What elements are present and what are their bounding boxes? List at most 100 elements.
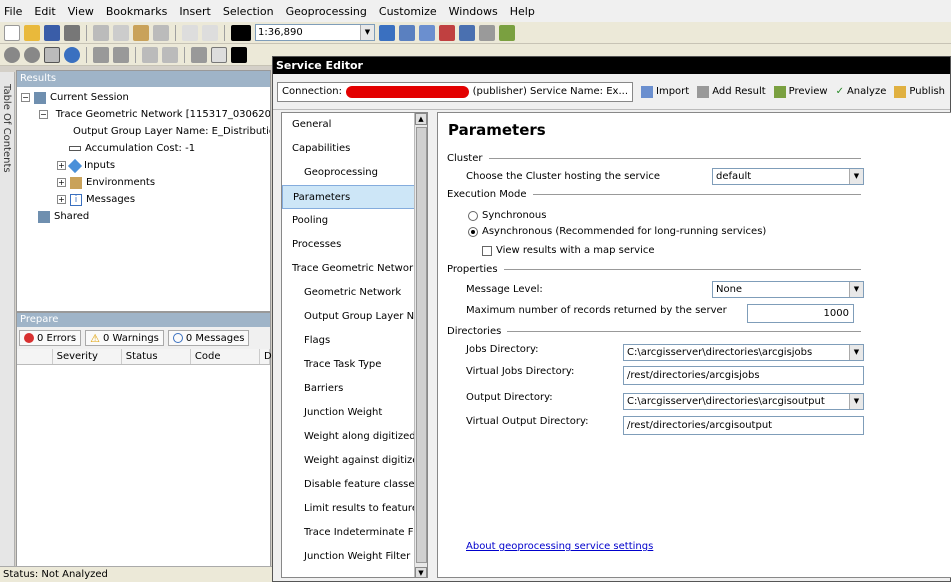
nav-item[interactable]: Processes bbox=[282, 233, 427, 257]
virtual-output-input[interactable]: /rest/directories/arcgisoutput bbox=[623, 416, 864, 435]
nav-item[interactable]: Limit results to feature bbox=[282, 497, 427, 521]
menu-insert[interactable]: Insert bbox=[179, 5, 211, 18]
tree-item-current-session[interactable]: − Current Session bbox=[21, 89, 270, 106]
nav-item[interactable]: Trace Indeterminate Fl bbox=[282, 521, 427, 545]
synchronous-radio[interactable]: Synchronous bbox=[468, 210, 546, 221]
scroll-up-icon[interactable]: ▲ bbox=[415, 113, 427, 125]
catalog-icon[interactable] bbox=[419, 24, 435, 41]
preview-button[interactable]: Preview bbox=[773, 85, 828, 98]
nav-item[interactable]: Barriers bbox=[282, 377, 427, 401]
redo-icon[interactable] bbox=[202, 24, 218, 41]
nav-item[interactable]: Flags bbox=[282, 329, 427, 353]
table-of-contents-icon[interactable] bbox=[399, 24, 415, 41]
fixed-zoom-out-icon[interactable] bbox=[113, 46, 129, 63]
nav-item[interactable]: General bbox=[282, 113, 427, 137]
tree-item-environments[interactable]: + Environments bbox=[21, 174, 270, 191]
delete-icon[interactable] bbox=[153, 24, 169, 41]
chevron-down-icon[interactable]: ▼ bbox=[849, 282, 863, 297]
view-results-checkbox[interactable]: View results with a map service bbox=[482, 245, 655, 256]
nav-item[interactable]: Pooling bbox=[282, 209, 427, 233]
column-status[interactable]: Status bbox=[122, 349, 191, 364]
select-elements-icon[interactable] bbox=[231, 46, 247, 63]
menu-edit[interactable]: Edit bbox=[34, 5, 55, 18]
menu-bookmarks[interactable]: Bookmarks bbox=[106, 5, 167, 18]
back-icon[interactable] bbox=[142, 46, 158, 63]
nav-item[interactable]: Weight against digitize bbox=[282, 449, 427, 473]
fixed-zoom-in-icon[interactable] bbox=[93, 46, 109, 63]
copy-icon[interactable] bbox=[113, 24, 129, 41]
menu-geoprocessing[interactable]: Geoprocessing bbox=[286, 5, 367, 18]
nav-item[interactable]: Junction Weight Filter bbox=[282, 545, 427, 569]
output-directory-select[interactable]: C:\arcgisserver\directories\arcgisoutput… bbox=[623, 393, 864, 410]
asynchronous-radio[interactable]: Asynchronous (Recommended for long-runni… bbox=[468, 226, 766, 237]
cut-icon[interactable] bbox=[93, 24, 109, 41]
zoom-in-icon[interactable] bbox=[4, 46, 20, 63]
column-code[interactable]: Code bbox=[191, 349, 261, 364]
max-records-input[interactable]: 1000 bbox=[747, 304, 854, 323]
forward-icon[interactable] bbox=[162, 46, 178, 63]
menu-customize[interactable]: Customize bbox=[379, 5, 437, 18]
expand-icon[interactable]: + bbox=[57, 161, 66, 170]
paste-icon[interactable] bbox=[133, 24, 149, 41]
table-of-contents-tab[interactable]: Table Of Contents bbox=[0, 72, 15, 582]
nav-scrollbar[interactable]: ▲ ▼ bbox=[414, 113, 427, 577]
scroll-down-icon[interactable]: ▼ bbox=[415, 567, 427, 577]
messages-tab[interactable]: 0 Messages bbox=[167, 330, 250, 346]
tree-item-trace[interactable]: − Trace Geometric Network [115317_030620… bbox=[21, 106, 270, 123]
undo-icon[interactable] bbox=[182, 24, 198, 41]
jobs-directory-select[interactable]: C:\arcgisserver\directories\arcgisjobs ▼ bbox=[623, 344, 864, 361]
editor-toolbar-icon[interactable] bbox=[379, 24, 395, 41]
menu-selection[interactable]: Selection bbox=[223, 5, 274, 18]
column-description[interactable]: D bbox=[260, 349, 272, 364]
add-result-button[interactable]: Add Result bbox=[697, 85, 766, 98]
column-severity[interactable]: Severity bbox=[53, 349, 122, 364]
nav-item[interactable]: Trace Task Type bbox=[282, 353, 427, 377]
nav-item[interactable]: Geoprocessing bbox=[282, 161, 427, 185]
nav-item[interactable]: Trace Geometric Network bbox=[282, 257, 427, 281]
nav-item[interactable]: Output Group Layer Na bbox=[282, 305, 427, 329]
nav-item[interactable]: Parameters bbox=[282, 185, 427, 209]
tree-item-messages[interactable]: + i Messages bbox=[21, 191, 270, 208]
tree-item-shared[interactable]: Shared bbox=[21, 208, 270, 225]
tree-item-output-group[interactable]: Output Group Layer Name: E_Distributio bbox=[21, 123, 270, 140]
tree-item-accumulation[interactable]: Accumulation Cost: -1 bbox=[21, 140, 270, 157]
select-features-icon[interactable] bbox=[191, 46, 207, 63]
map-scale-combo[interactable]: 1:36,890 ▼ bbox=[255, 24, 375, 41]
expand-icon[interactable]: + bbox=[57, 195, 66, 204]
python-window-icon[interactable] bbox=[479, 24, 495, 41]
about-settings-link[interactable]: About geoprocessing service settings bbox=[466, 541, 653, 552]
arctoolbox-icon[interactable] bbox=[459, 24, 475, 41]
print-icon[interactable] bbox=[64, 24, 80, 41]
menu-windows[interactable]: Windows bbox=[449, 5, 498, 18]
menu-file[interactable]: File bbox=[4, 5, 22, 18]
add-data-icon[interactable] bbox=[231, 24, 251, 41]
cluster-select[interactable]: default ▼ bbox=[712, 168, 864, 185]
menu-view[interactable]: View bbox=[68, 5, 94, 18]
menu-help[interactable]: Help bbox=[510, 5, 535, 18]
nav-item[interactable]: Geometric Network bbox=[282, 281, 427, 305]
nav-item[interactable]: Weight along digitized bbox=[282, 425, 427, 449]
tree-item-inputs[interactable]: + Inputs bbox=[21, 157, 270, 174]
virtual-jobs-input[interactable]: /rest/directories/arcgisjobs bbox=[623, 366, 864, 385]
full-extent-icon[interactable] bbox=[64, 46, 80, 63]
chevron-down-icon[interactable]: ▼ bbox=[360, 25, 374, 40]
collapse-icon[interactable]: − bbox=[39, 110, 48, 119]
model-builder-icon[interactable] bbox=[499, 24, 515, 41]
zoom-out-icon[interactable] bbox=[24, 46, 40, 63]
publish-button[interactable]: Publish bbox=[894, 85, 945, 98]
import-button[interactable]: Import bbox=[641, 85, 689, 98]
errors-tab[interactable]: 0 Errors bbox=[19, 330, 82, 346]
chevron-down-icon[interactable]: ▼ bbox=[849, 394, 863, 409]
expand-icon[interactable]: + bbox=[57, 178, 66, 187]
chevron-down-icon[interactable]: ▼ bbox=[849, 345, 863, 360]
collapse-icon[interactable]: − bbox=[21, 93, 30, 102]
chevron-down-icon[interactable]: ▼ bbox=[849, 169, 863, 184]
new-document-icon[interactable] bbox=[4, 24, 20, 41]
nav-item[interactable]: Capabilities bbox=[282, 137, 427, 161]
pan-icon[interactable] bbox=[44, 46, 60, 63]
save-icon[interactable] bbox=[44, 24, 60, 41]
analyze-button[interactable]: ✓ Analyze bbox=[836, 86, 887, 97]
nav-item[interactable]: Junction Weight bbox=[282, 401, 427, 425]
message-level-select[interactable]: None ▼ bbox=[712, 281, 864, 298]
scroll-thumb[interactable] bbox=[416, 127, 427, 563]
